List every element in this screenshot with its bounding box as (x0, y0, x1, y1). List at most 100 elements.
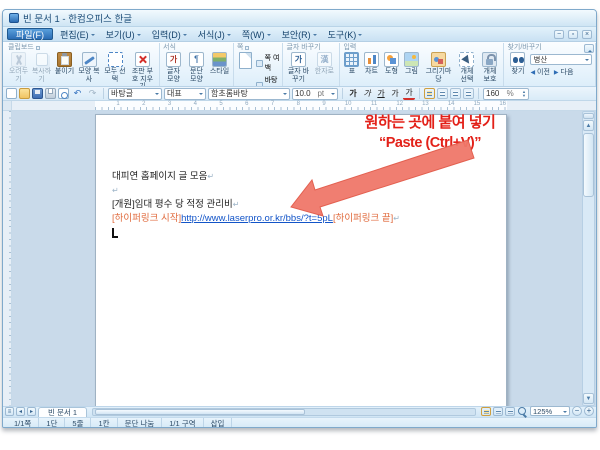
new-document-button[interactable] (6, 88, 17, 99)
hyperlink[interactable]: http://www.laserpro.or.kr/bbs/?t=5pL (181, 213, 333, 224)
view-mode-two-page-button[interactable] (505, 407, 515, 416)
menu-tools[interactable]: 도구(K) (324, 28, 367, 41)
vertical-scrollbar[interactable]: ▲ ▼ (582, 111, 595, 406)
page-margin-button[interactable]: 쪽 여백 (256, 53, 280, 73)
horizontal-scrollbar[interactable] (92, 408, 476, 416)
chevron-down-icon (227, 34, 231, 38)
hanja-icon: 漢 (317, 52, 332, 67)
picture-icon (404, 52, 419, 67)
document-tab[interactable]: 빈 문서 1 (38, 407, 87, 417)
char-replace-button[interactable]: 가글자 바꾸기 (286, 52, 310, 83)
window-title: 빈 문서 1 - 한컴오피스 한글 (23, 11, 132, 25)
page-margin-icon (256, 60, 263, 67)
page-setup-button[interactable] (237, 52, 254, 70)
open-folder-button[interactable] (19, 88, 30, 99)
underline-button[interactable]: 가 (375, 88, 387, 100)
align-left-button[interactable] (437, 88, 448, 99)
format-copy-button[interactable]: 모양 복사 (77, 52, 101, 83)
table-button[interactable]: 표 (343, 52, 360, 76)
save-button[interactable] (32, 88, 43, 99)
char-shape-icon: 가 (166, 52, 181, 67)
object-protect-button[interactable]: 개체 보호 (479, 52, 500, 83)
menu-view[interactable]: 보기(U) (102, 28, 145, 41)
align-center-button[interactable] (450, 88, 461, 99)
chevron-down-icon (183, 34, 187, 38)
status-paragraph-break: 문단 나눔 (118, 418, 163, 428)
dialog-launcher-icon[interactable] (36, 46, 40, 50)
select-all-button[interactable]: 모두 선택 (103, 52, 127, 83)
drawing-gallery-icon (431, 52, 446, 67)
zoom-out-button[interactable]: − (572, 406, 582, 416)
print-preview-button[interactable] (58, 88, 69, 99)
style-combo[interactable]: 바탕글 (108, 88, 162, 100)
tab-next-button[interactable]: ▸ (27, 407, 36, 416)
find-query-combo[interactable]: 병산 (530, 54, 592, 65)
document-work-area: 대피연 홈페이지 글 모음↵ ↵ [개원]임대 평수 당 적정 관리비↵ [하이… (3, 111, 596, 406)
restore-button[interactable]: ▫ (568, 30, 578, 39)
font-type-combo[interactable]: 대표 (164, 88, 206, 100)
chevron-down-icon (91, 34, 95, 38)
menu-file[interactable]: 파일(F) (7, 28, 53, 40)
paste-button[interactable]: 붙이기 (54, 52, 75, 76)
chevron-down-icon (358, 34, 362, 38)
bold-button[interactable]: 가 (347, 88, 359, 100)
scroll-up-button[interactable]: ▲ (583, 120, 594, 131)
menu-security[interactable]: 보안(R) (278, 28, 321, 41)
tab-previous-button[interactable]: ◂ (16, 407, 25, 416)
print-button[interactable] (45, 88, 56, 99)
zoom-level-combo[interactable]: 125% (530, 406, 570, 416)
find-next-button[interactable]: ▶ 다음 (554, 67, 573, 77)
ribbon-group-page: 쪽 쪽 여백 바탕쪽 단 (234, 43, 283, 86)
find-button[interactable]: 찾기 (507, 52, 528, 76)
scrollbar-thumb[interactable] (583, 133, 594, 197)
dialog-launcher-icon[interactable] (245, 46, 249, 50)
object-select-button[interactable]: 개체 선택 (456, 52, 477, 83)
hyperlink-start-marker: [하이퍼링크 시작] (112, 213, 181, 224)
hwp-application-window: 빈 문서 1 - 한컴오피스 한글 파일(F) 편집(E) 보기(U) 입력(D… (2, 9, 597, 428)
menu-page[interactable]: 쪽(W) (238, 28, 275, 41)
menu-format[interactable]: 서식(J) (194, 28, 235, 41)
find-previous-button[interactable]: ◀ 이전 (530, 67, 549, 77)
split-handle[interactable] (583, 113, 594, 119)
tab-list-button[interactable]: ≡ (5, 407, 14, 416)
highlight-color-button[interactable]: 가 (403, 88, 415, 100)
drawing-gallery-button[interactable]: 그리기마당 (422, 52, 454, 83)
align-justify-button[interactable] (424, 88, 435, 99)
toolbar-divider (103, 88, 104, 99)
font-color-button[interactable]: 가 (389, 88, 401, 100)
font-name-combo[interactable]: 함초롬바탕 (208, 88, 290, 100)
document-line-hyperlink: [하이퍼링크 시작]http://www.laserpro.or.kr/bbs/… (112, 212, 492, 226)
style-button[interactable]: 스타일 (209, 52, 230, 76)
view-mode-full-button[interactable] (493, 407, 503, 416)
magnifier-icon[interactable] (518, 407, 527, 416)
undo-button[interactable]: ↶ (71, 88, 84, 99)
char-shape-button[interactable]: 가글자 모양 (163, 52, 184, 83)
view-mode-page-button[interactable] (481, 407, 491, 416)
scroll-down-button[interactable]: ▼ (583, 393, 594, 404)
clear-control-marks-button[interactable]: 조판 부호 지우기 (129, 52, 156, 87)
paragraph-icon: ¶ (189, 52, 204, 67)
picture-button[interactable]: 그림 (402, 52, 420, 76)
menu-insert[interactable]: 입력(D) (148, 28, 191, 41)
status-insert-mode[interactable]: 삽입 (204, 418, 233, 428)
chart-button[interactable]: 차트 (362, 52, 380, 76)
style-icon (212, 52, 227, 67)
menu-edit[interactable]: 편집(E) (56, 28, 99, 41)
document-line: [개원]임대 평수 당 적정 관리비↵ (112, 198, 492, 212)
italic-button[interactable]: 가 (361, 88, 373, 100)
status-line: 5줄 (65, 418, 91, 428)
line-spacing-combo[interactable]: 160%▲▼ (483, 88, 529, 100)
font-size-combo[interactable]: 10.0pt (292, 88, 338, 100)
ribbon-collapse-button[interactable] (584, 44, 594, 53)
zoom-in-button[interactable]: + (584, 406, 594, 416)
document-page[interactable]: 대피연 홈페이지 글 모음↵ ↵ [개원]임대 평수 당 적정 관리비↵ [하이… (95, 114, 507, 406)
close-button[interactable]: × (582, 30, 592, 39)
para-shape-button[interactable]: ¶문단 모양 (186, 52, 207, 83)
align-right-button[interactable] (463, 88, 474, 99)
minimize-button[interactable]: − (554, 30, 564, 39)
spinner-icon[interactable]: ▲▼ (522, 90, 526, 98)
chart-icon (364, 52, 379, 67)
horizontal-scrollbar-thumb[interactable] (95, 409, 305, 415)
shape-button[interactable]: 도형 (382, 52, 400, 76)
page-background-button[interactable]: 바탕쪽 (256, 75, 280, 87)
